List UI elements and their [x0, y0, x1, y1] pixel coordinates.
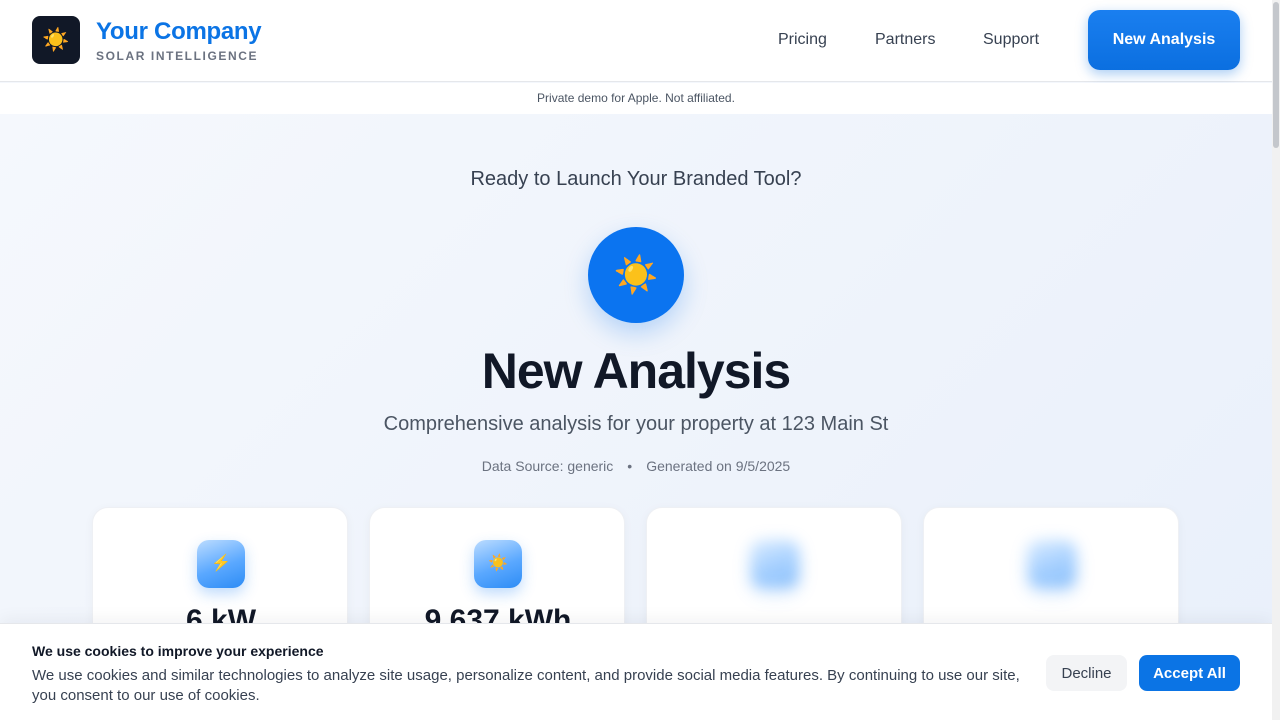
brand-name[interactable]: Your Company — [96, 18, 262, 46]
generated-date: Generated on 9/5/2025 — [646, 458, 791, 474]
cookie-text: We use cookies and similar technologies … — [32, 667, 1020, 704]
new-analysis-button[interactable]: New Analysis — [1088, 10, 1240, 70]
decline-cookies-button[interactable]: Decline — [1046, 655, 1127, 691]
page-scrollbar[interactable] — [1272, 0, 1280, 720]
page-title: New Analysis — [481, 343, 792, 399]
blurred-icon — [751, 540, 799, 588]
nav-support-link[interactable]: Support — [983, 31, 1039, 49]
data-source: Data Source: generic — [481, 458, 614, 474]
nav-pricing-link[interactable]: Pricing — [778, 31, 827, 49]
cookie-title: We use cookies to improve your experienc… — [32, 643, 324, 659]
scrollbar-thumb[interactable] — [1273, 2, 1279, 148]
lightning-icon: ⚡ — [197, 540, 245, 588]
hero-kicker: Ready to Launch Your Branded Tool? — [470, 168, 802, 190]
sun-icon[interactable]: ☀️ — [32, 16, 80, 64]
nav-partners-link[interactable]: Partners — [875, 31, 935, 49]
cookie-banner: We use cookies to improve your experienc… — [0, 623, 1272, 720]
accept-cookies-button[interactable]: Accept All — [1139, 655, 1240, 691]
report-meta: Data Source: generic • Generated on 9/5/20… — [0, 458, 1272, 474]
disclaimer-text: Private demo for Apple. Not affiliated. — [537, 91, 735, 105]
sun-icon: ☀️ — [474, 540, 522, 588]
meta-separator: • — [627, 458, 633, 474]
blurred-icon — [1028, 540, 1076, 588]
sun-icon: ☀️ — [588, 227, 684, 323]
hero-subtitle: Comprehensive analysis for your property… — [383, 413, 889, 435]
top-header: ☀️ Your Company SOLAR INTELLIGENCE Prici… — [0, 0, 1272, 82]
brand-tagline: SOLAR INTELLIGENCE — [96, 49, 259, 63]
